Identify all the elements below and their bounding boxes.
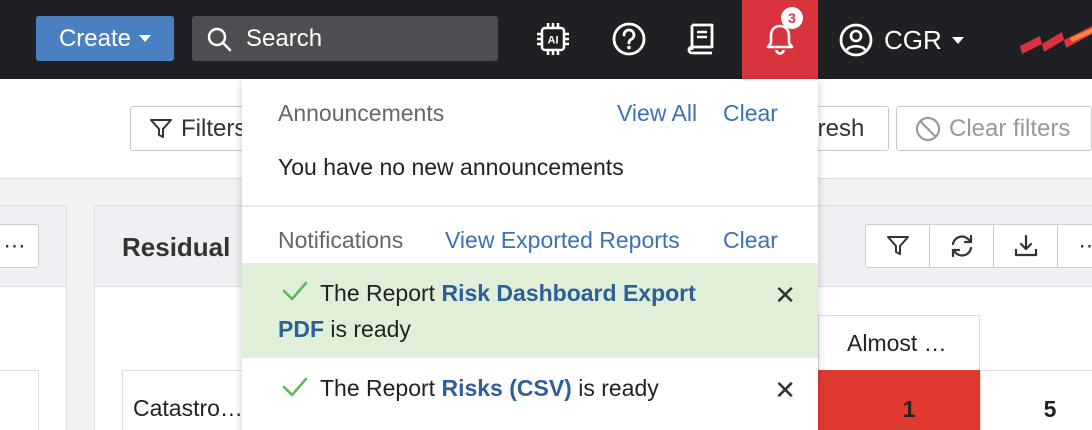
report-name-link[interactable]: Risks (CSV) [441,375,571,401]
search-icon [207,27,232,51]
svg-text:AI: AI [548,35,559,47]
report-name-link[interactable]: Risk Dashboard Export [441,280,695,306]
announcements-title: Announcements [278,100,445,126]
notifications-button[interactable] [742,0,818,79]
check-icon [282,281,308,301]
announcements-view-all-link[interactable]: View All [617,100,697,127]
panel-refresh-button[interactable] [929,224,994,268]
panel-toolbar: ⋯ [865,224,1092,268]
notification-message: The Report Risks (CSV) is ready [320,370,659,406]
filter-icon [886,236,909,255]
notification-message: The Report Risk Dashboard Export [320,275,696,311]
no-announcements-text: You have no new announcements [278,154,624,180]
ellipsis-icon: ⋯ [3,233,26,258]
notification-prefix: The Report [320,375,442,401]
notification-suffix: is ready [324,316,411,342]
ban-icon [915,116,941,141]
panel-title: Residual [122,232,231,262]
download-icon [1014,234,1037,257]
ai-chip-icon[interactable]: AI [533,19,573,59]
notifications-dropdown: Announcements View All Clear You have no… [242,79,818,430]
check-icon [282,377,308,397]
search-placeholder: Search [246,24,323,52]
clear-filters-label: Clear filters [949,114,1071,142]
dismiss-notification-button[interactable]: ✕ [774,372,796,408]
create-button[interactable]: Create [36,16,174,61]
notifications-clear-link[interactable]: Clear [723,227,778,254]
report-name-link[interactable]: PDF [278,316,324,342]
notification-suffix: is ready [571,375,659,401]
more-options-button[interactable]: ⋯ [0,224,39,268]
search-input[interactable]: Search [192,16,498,61]
grid-cell-red-value[interactable]: 1 [838,370,980,430]
brand-logo [1018,24,1092,61]
panel-download-button[interactable] [993,224,1058,268]
panel-filter-button[interactable] [865,224,930,268]
panel-more-button[interactable]: ⋯ [1057,224,1092,268]
refresh-icon [951,234,972,258]
filters-label: Filters [181,114,247,142]
notifications-title: Notifications [278,227,404,253]
book-icon[interactable] [683,19,723,59]
notification-prefix: The Report [320,280,442,306]
user-name: CGR [884,24,942,55]
notification-count-badge: 3 [781,7,803,29]
create-label: Create [58,24,132,52]
clear-filters-button[interactable]: Clear filters [896,106,1092,151]
filter-icon [150,118,172,138]
user-menu[interactable]: CGR [838,20,964,60]
left-grid-cell [0,370,39,430]
help-icon[interactable] [609,19,649,59]
filters-button[interactable]: Filters [130,106,260,151]
refresh-label: fresh [811,114,865,142]
announcements-clear-link[interactable]: Clear [723,100,778,127]
notification-item: The Report Risks (CSV) is ready ✕ [242,358,818,430]
user-avatar-icon [839,23,873,57]
grid-cell-value[interactable]: 5 [980,370,1092,430]
notification-message-line2: PDF is ready [278,311,411,347]
view-exported-reports-link[interactable]: View Exported Reports [445,227,680,254]
caret-down-icon [139,35,152,42]
caret-down-icon [951,36,964,44]
grid-row-label: Catastro… [122,370,262,430]
grid-column-header: Almost … [818,315,980,371]
ellipsis-icon: ⋯ [1078,233,1092,258]
dismiss-notification-button[interactable]: ✕ [774,277,796,313]
grid-cell-red [818,370,838,430]
dropdown-divider [242,205,818,207]
notification-item: The Report Risk Dashboard Export PDF is … [242,263,818,358]
